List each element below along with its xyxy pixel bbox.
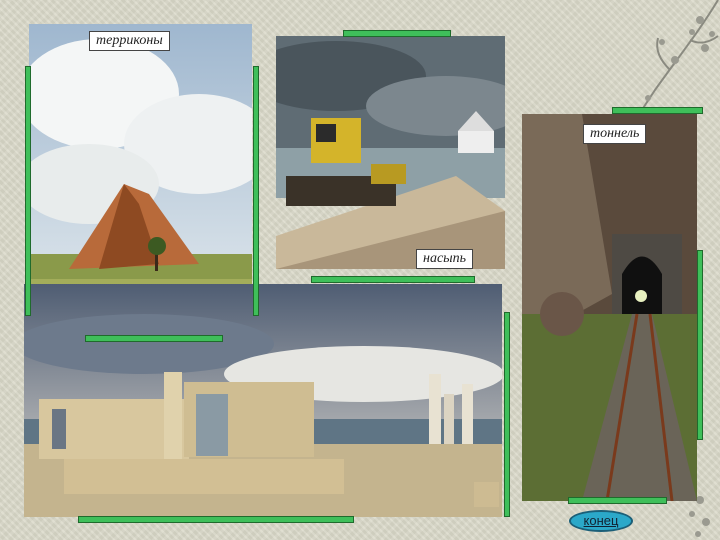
accent-bar bbox=[253, 66, 259, 316]
accent-bar bbox=[25, 66, 31, 316]
end-button[interactable]: конец bbox=[569, 510, 633, 532]
accent-bar bbox=[568, 497, 667, 504]
photo-nasyp bbox=[276, 36, 505, 269]
accent-bar bbox=[85, 335, 223, 342]
label-terrikony: терриконы bbox=[89, 31, 170, 51]
label-nasyp: насыпь bbox=[416, 249, 474, 269]
label-tonnel: тоннель bbox=[583, 124, 647, 144]
photo-ruins bbox=[24, 284, 502, 517]
accent-bar bbox=[78, 516, 354, 523]
accent-bar bbox=[343, 30, 451, 37]
photo-tonnel bbox=[522, 114, 697, 501]
accent-bar bbox=[504, 312, 510, 517]
accent-bar bbox=[311, 276, 475, 283]
accent-bar bbox=[612, 107, 703, 114]
accent-bar bbox=[697, 250, 703, 440]
